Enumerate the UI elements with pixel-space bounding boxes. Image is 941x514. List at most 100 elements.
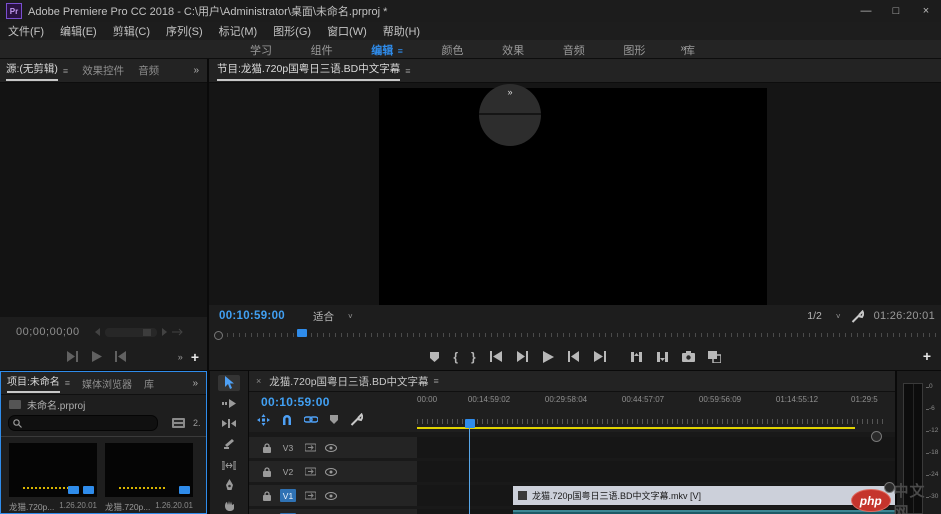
panel-menu-icon[interactable]: ≡ bbox=[405, 66, 410, 76]
workspace-tab-assembly[interactable]: 组件 bbox=[311, 42, 333, 58]
project-item-name[interactable]: 龙猫.720p... bbox=[9, 501, 54, 513]
menu-clip[interactable]: 剪辑(C) bbox=[113, 23, 150, 39]
panel-menu-icon[interactable]: ≡ bbox=[63, 66, 68, 76]
slip-tool[interactable] bbox=[218, 457, 240, 473]
step-forward-icon[interactable] bbox=[567, 351, 580, 362]
mark-in-icon[interactable]: { bbox=[453, 350, 458, 364]
tab-audio-mixer[interactable]: 音频 bbox=[138, 63, 159, 78]
menu-graphics[interactable]: 图形(G) bbox=[273, 23, 311, 39]
monitor-overlay-circle[interactable]: » bbox=[479, 84, 541, 146]
tab-project[interactable]: 项目:未命名 bbox=[7, 373, 60, 393]
razor-tool[interactable] bbox=[218, 437, 240, 453]
extract-icon[interactable] bbox=[656, 351, 669, 363]
close-tab-icon[interactable]: × bbox=[256, 376, 261, 386]
project-search-box[interactable] bbox=[8, 415, 158, 431]
list-view-icon[interactable] bbox=[172, 418, 185, 428]
mark-out-icon[interactable]: } bbox=[471, 350, 476, 364]
menu-help[interactable]: 帮助(H) bbox=[383, 23, 420, 39]
menu-sequence[interactable]: 序列(S) bbox=[166, 23, 203, 39]
step-back-icon[interactable] bbox=[66, 351, 79, 362]
playback-resolution-select[interactable]: 1/2 ˅ bbox=[807, 310, 840, 322]
program-scrubber[interactable] bbox=[209, 327, 941, 341]
transport-overflow-chevron[interactable]: » bbox=[178, 352, 183, 362]
play-icon[interactable] bbox=[542, 351, 554, 363]
program-timecode[interactable]: 00:10:59:00 bbox=[219, 310, 285, 322]
workspace-tab-audio[interactable]: 音频 bbox=[563, 42, 585, 58]
button-editor-plus[interactable]: + bbox=[191, 349, 199, 365]
lock-icon[interactable] bbox=[263, 491, 271, 501]
track-name[interactable]: V3 bbox=[280, 441, 296, 454]
workspace-tab-editing[interactable]: 编辑 bbox=[371, 45, 393, 57]
lift-icon[interactable] bbox=[630, 351, 643, 363]
timeline-settings-wrench-icon[interactable] bbox=[350, 413, 363, 426]
close-button[interactable]: × bbox=[911, 0, 941, 22]
workspace-tab-color[interactable]: 颜色 bbox=[442, 42, 464, 58]
video-clip[interactable]: 龙猫.720p国粤日三语.BD中文字幕.mkv [V] bbox=[513, 486, 895, 505]
overlay-chevron-icon[interactable]: » bbox=[479, 87, 541, 97]
workspace-menu-icon[interactable]: ≡ bbox=[398, 46, 403, 56]
panel-overflow-chevron[interactable]: » bbox=[193, 65, 199, 76]
work-area-bar[interactable] bbox=[417, 427, 855, 429]
project-item-thumbnail[interactable] bbox=[105, 443, 193, 497]
linked-selection-icon[interactable] bbox=[304, 414, 318, 425]
panel-menu-icon[interactable]: ≡ bbox=[65, 378, 70, 388]
export-frame-camera-icon[interactable] bbox=[682, 351, 695, 362]
scrubber-playhead[interactable] bbox=[297, 329, 307, 337]
scrollbar-end-dot[interactable] bbox=[214, 331, 223, 340]
selection-tool[interactable] bbox=[218, 375, 240, 391]
tab-program[interactable]: 节目:龙猫.720p国粤日三语.BD中文字幕 bbox=[217, 61, 400, 81]
sync-lock-icon[interactable] bbox=[305, 491, 316, 500]
settings-wrench-icon[interactable] bbox=[851, 310, 864, 323]
sequence-tab[interactable]: 龙猫.720p国粤日三语.BD中文字幕 bbox=[269, 374, 428, 389]
tab-media-browser[interactable]: 媒体浏览器 bbox=[82, 376, 132, 391]
minimize-button[interactable]: — bbox=[851, 0, 881, 22]
comparison-view-icon[interactable] bbox=[708, 351, 721, 363]
go-to-out-icon[interactable] bbox=[593, 351, 607, 362]
panel-overflow-chevron[interactable]: » bbox=[192, 378, 198, 389]
sync-lock-icon[interactable] bbox=[305, 443, 316, 452]
step-forward-icon[interactable] bbox=[114, 351, 127, 362]
track-name[interactable]: V2 bbox=[280, 465, 296, 478]
workspace-overflow-chevron[interactable]: » bbox=[680, 43, 686, 54]
menu-window[interactable]: 窗口(W) bbox=[327, 23, 367, 39]
add-marker-icon[interactable] bbox=[329, 414, 339, 425]
pen-tool[interactable] bbox=[218, 478, 240, 494]
step-back-icon[interactable] bbox=[516, 351, 529, 362]
fit-zoom-select[interactable]: 适合 ˅ bbox=[313, 309, 353, 324]
workspace-tab-graphics[interactable]: 图形 bbox=[623, 42, 645, 58]
audio-clip[interactable] bbox=[513, 510, 895, 514]
project-item-name[interactable]: 龙猫.720p... bbox=[105, 501, 150, 513]
add-marker-icon[interactable] bbox=[429, 351, 440, 363]
workspace-tab-learning[interactable]: 学习 bbox=[250, 42, 272, 58]
menu-file[interactable]: 文件(F) bbox=[8, 23, 44, 39]
maximize-button[interactable]: □ bbox=[881, 0, 911, 22]
tab-source[interactable]: 源:(无剪辑) bbox=[6, 61, 58, 81]
timeline-ruler[interactable]: 00:00 00:14:59:02 00:29:58:04 00:44:57:0… bbox=[417, 393, 895, 429]
search-input[interactable] bbox=[26, 417, 150, 429]
track-name[interactable]: V1 bbox=[280, 489, 296, 502]
snap-magnet-icon[interactable] bbox=[281, 414, 293, 426]
workspace-tab-effects[interactable]: 效果 bbox=[502, 42, 524, 58]
scrollbar-end-dot[interactable] bbox=[871, 431, 882, 442]
play-icon[interactable] bbox=[91, 351, 102, 362]
sync-lock-icon[interactable] bbox=[305, 467, 316, 476]
nest-sequence-icon[interactable] bbox=[257, 414, 270, 426]
track-visibility-eye-icon[interactable] bbox=[325, 468, 337, 476]
menu-edit[interactable]: 编辑(E) bbox=[60, 23, 97, 39]
timeline-playhead-handle[interactable] bbox=[465, 419, 475, 428]
button-editor-plus[interactable]: + bbox=[923, 348, 931, 364]
ripple-edit-tool[interactable] bbox=[218, 416, 240, 432]
project-breadcrumb[interactable]: 未命名.prproj bbox=[27, 397, 85, 412]
panel-menu-icon[interactable]: ≡ bbox=[434, 376, 439, 386]
track-visibility-eye-icon[interactable] bbox=[325, 444, 337, 452]
tab-libraries[interactable]: 库 bbox=[144, 376, 154, 391]
go-to-in-icon[interactable] bbox=[489, 351, 503, 362]
track-visibility-eye-icon[interactable] bbox=[325, 492, 337, 500]
lock-icon[interactable] bbox=[263, 443, 271, 453]
menu-markers[interactable]: 标记(M) bbox=[219, 23, 258, 39]
project-item-thumbnail[interactable] bbox=[9, 443, 97, 497]
hand-tool[interactable] bbox=[218, 498, 240, 514]
track-select-forward-tool[interactable] bbox=[218, 396, 240, 412]
tab-effect-controls[interactable]: 效果控件 bbox=[82, 63, 124, 78]
lock-icon[interactable] bbox=[263, 467, 271, 477]
